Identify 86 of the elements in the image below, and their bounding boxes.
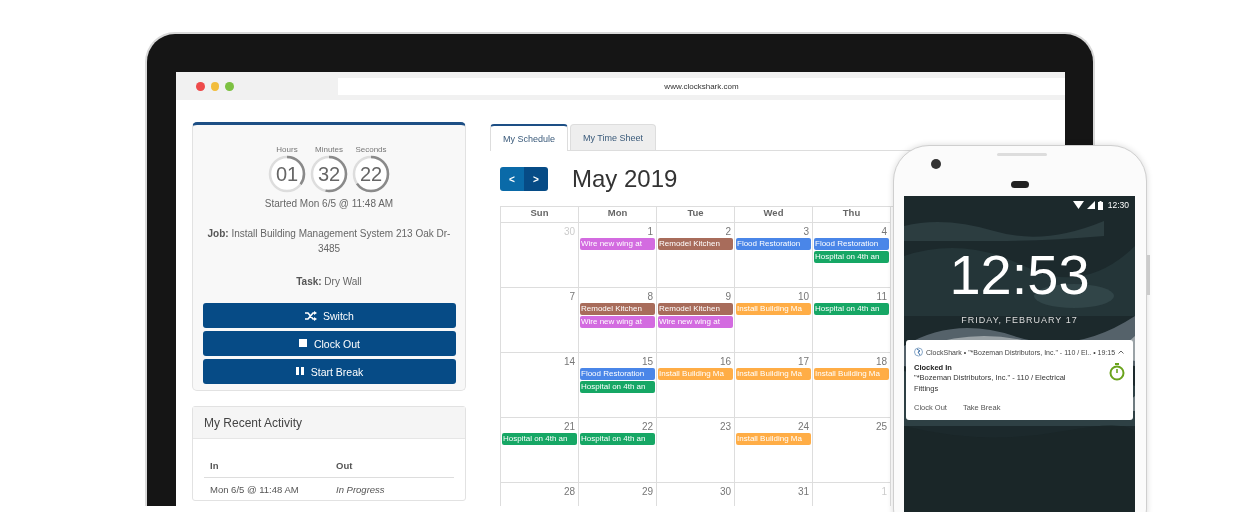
- window-control[interactable]: [225, 81, 234, 91]
- day-number: 3: [803, 226, 810, 237]
- tab[interactable]: My Schedule: [490, 124, 569, 151]
- calendar-event[interactable]: Hospital on 4th an: [502, 433, 577, 445]
- nav-button[interactable]: <: [500, 167, 524, 191]
- day-number: 24: [797, 421, 810, 432]
- weekday-header: Tue: [657, 207, 735, 223]
- unit-label: Minutes: [315, 145, 343, 154]
- day-number: 14: [563, 356, 576, 367]
- unit-label: Seconds: [355, 145, 387, 154]
- weekday-header: Thu: [813, 207, 891, 223]
- day-number: 2: [725, 226, 732, 237]
- pause-icon: [294, 365, 305, 378]
- weekday-header: Mon: [579, 207, 657, 223]
- day-number: 28: [563, 486, 576, 497]
- day-number: 21: [563, 421, 576, 432]
- address-bar[interactable]: www.clockshark.com: [337, 77, 1065, 95]
- column-header: Out: [336, 459, 353, 471]
- shuffle-icon: [304, 309, 318, 322]
- unit-label: Hours: [276, 145, 298, 154]
- calendar-event[interactable]: Wire new wing at: [580, 316, 655, 328]
- day-number: 9: [725, 291, 732, 302]
- calendar-event[interactable]: Install Building Ma: [736, 303, 811, 315]
- day-number: 23: [719, 421, 732, 432]
- calendar-event[interactable]: Hospital on 4th an: [580, 381, 655, 393]
- day-number: 29: [641, 486, 654, 497]
- day-number: 8: [647, 291, 654, 302]
- day-number: 1: [647, 226, 654, 237]
- timer-value: 32: [316, 161, 342, 187]
- camera-lens: [931, 159, 941, 169]
- calendar-event[interactable]: Remodel Kitchen: [658, 303, 733, 315]
- day-number: 18: [875, 356, 888, 367]
- calendar-event[interactable]: Flood Restoration: [580, 368, 655, 380]
- earpiece: [1011, 181, 1029, 188]
- calendar-event[interactable]: Install Building Ma: [814, 368, 889, 380]
- caret-icon[interactable]: [1118, 350, 1125, 354]
- calendar-event[interactable]: Hospital on 4th an: [580, 433, 655, 445]
- calendar-event[interactable]: Install Building Ma: [736, 433, 811, 445]
- lock-date: FRIDAY, FEBRUARY 17: [961, 315, 1078, 325]
- calendar-event[interactable]: Hospital on 4th an: [814, 303, 889, 315]
- timer-value: 22: [358, 161, 384, 187]
- weekday-header: Sun: [501, 207, 579, 223]
- table-cell: In Progress: [336, 483, 385, 495]
- calendar-event[interactable]: Wire new wing at: [580, 238, 655, 250]
- weekday-header: Wed: [735, 207, 813, 223]
- day-number: 7: [569, 291, 576, 302]
- month-title: May 2019: [572, 165, 678, 193]
- wifi-icon: [1072, 201, 1084, 209]
- day-number: 4: [881, 226, 888, 237]
- calendar-event[interactable]: Flood Restoration: [814, 238, 889, 250]
- table-cell-text: Mon 6/5 @ 11:48 AM: [210, 483, 300, 495]
- signal-icon: [1086, 201, 1095, 209]
- stopwatch-icon: [1109, 363, 1125, 381]
- calendar-event[interactable]: Hospital on 4th an: [814, 251, 889, 263]
- day-number: 16: [719, 356, 732, 367]
- stop-icon: [297, 337, 308, 350]
- column-header: In: [210, 459, 220, 471]
- battery-icon: [1097, 200, 1103, 210]
- day-number: 10: [797, 291, 810, 302]
- status-time: 12:30: [1107, 200, 1129, 210]
- calendar-event[interactable]: Install Building Ma: [658, 368, 733, 380]
- nav-button[interactable]: >: [524, 167, 548, 191]
- calendar-event[interactable]: Wire new wing at: [658, 316, 733, 328]
- day-number: 17: [797, 356, 810, 367]
- window-control[interactable]: [196, 81, 205, 91]
- day-number: 25: [875, 421, 888, 432]
- calendar-event[interactable]: Flood Restoration: [736, 238, 811, 250]
- lock-clock: 12:53: [949, 245, 1090, 305]
- action-button[interactable]: Start Break: [202, 359, 456, 384]
- tab[interactable]: My Time Sheet: [570, 124, 657, 150]
- day-number: 22: [641, 421, 654, 432]
- job-text: Job: Install Building Management System 213 Oak Dr-3485: [206, 227, 452, 256]
- start-time: Started Mon 6/5 @ 11:48 AM: [264, 198, 394, 209]
- timer-value: 01: [274, 161, 300, 187]
- calendar-event[interactable]: Remodel Kitchen: [580, 303, 655, 315]
- action-button[interactable]: Clock Out: [202, 331, 456, 356]
- day-number: 15: [641, 356, 654, 367]
- day-number: 30: [719, 486, 732, 497]
- panel-title: My Recent Activity: [193, 407, 465, 439]
- day-number: 11: [876, 291, 888, 302]
- action-button[interactable]: Switch: [202, 303, 456, 328]
- calendar-event[interactable]: Remodel Kitchen: [658, 238, 733, 250]
- task-text: Task: Dry Wall: [296, 276, 362, 287]
- app-icon: [914, 347, 923, 357]
- day-number: 31: [797, 486, 810, 497]
- calendar-event[interactable]: Install Building Ma: [736, 368, 811, 380]
